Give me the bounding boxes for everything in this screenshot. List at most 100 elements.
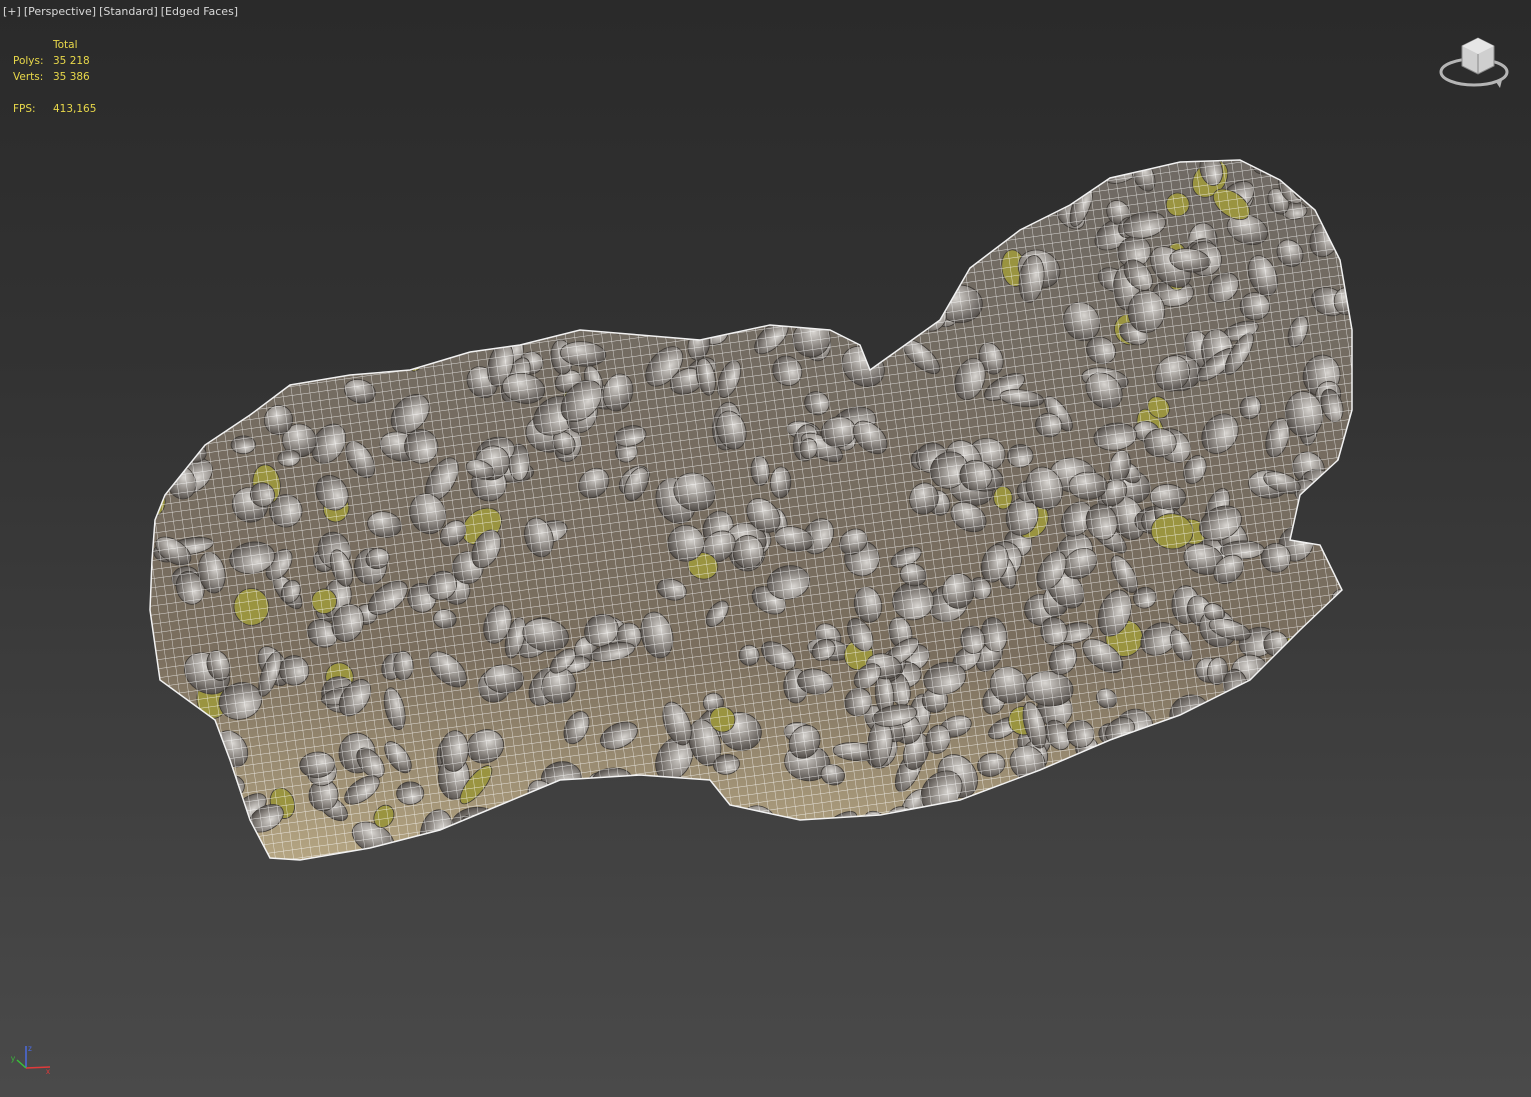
cobblestone — [651, 240, 695, 262]
cobblestone — [1205, 701, 1245, 725]
cobblestone — [265, 289, 298, 309]
cobblestone — [1217, 733, 1241, 763]
cobblestone — [713, 181, 745, 210]
cobblestone — [859, 198, 904, 225]
cobblestone — [433, 299, 470, 333]
cobblestone — [712, 166, 739, 205]
cobblestone — [483, 304, 512, 339]
cobblestone — [672, 160, 703, 191]
cobblestone — [631, 221, 650, 250]
axis-tripod-icon: z y x — [11, 1044, 51, 1076]
viewcube-icon[interactable] — [1436, 32, 1514, 96]
cobblestone — [500, 247, 525, 270]
cobblestone — [184, 344, 209, 369]
cobblestone — [1265, 660, 1302, 692]
cobblestone — [300, 228, 325, 256]
cobblestone — [420, 242, 462, 271]
cobblestone — [1104, 768, 1135, 814]
cobblestone — [965, 205, 1002, 226]
cobblestone — [824, 260, 847, 286]
cobblestone — [186, 327, 224, 358]
cobblestone — [1223, 833, 1258, 860]
cobblestone — [1030, 184, 1053, 209]
cobblestone — [833, 283, 867, 320]
cobblestone — [284, 286, 308, 318]
cobblestone — [879, 188, 913, 212]
cobblestone — [1118, 812, 1152, 849]
cobblestone — [150, 298, 178, 330]
cobblestone — [205, 187, 252, 223]
rock-mesh-model[interactable] — [0, 0, 1531, 1097]
cobblestone — [607, 160, 647, 194]
cobblestone — [465, 160, 505, 187]
cobblestone — [1060, 160, 1105, 175]
cobblestone — [234, 217, 263, 242]
cobblestone — [266, 177, 292, 203]
cobblestone — [953, 160, 996, 178]
cobblestone — [150, 791, 163, 818]
cobblestone — [1306, 736, 1342, 767]
cobblestone — [697, 160, 722, 171]
cobblestone — [510, 227, 531, 249]
moss-patch — [714, 273, 750, 309]
moss-patch — [1253, 813, 1302, 848]
cobblestone — [239, 301, 275, 336]
cobblestone — [1102, 835, 1138, 860]
moss-patch — [369, 160, 394, 175]
moss-patch — [636, 160, 668, 184]
cobblestone — [626, 199, 658, 229]
cobblestone — [814, 160, 834, 183]
moss-patch — [962, 796, 999, 818]
cobblestone — [1035, 841, 1075, 860]
cobblestone — [986, 828, 1034, 860]
cobblestone — [750, 211, 789, 247]
cobblestone — [246, 238, 291, 268]
cobblestone — [526, 266, 563, 302]
cobblestone — [996, 787, 1031, 818]
cobblestone — [1208, 782, 1239, 814]
cobblestone — [155, 301, 194, 336]
cobblestone — [499, 182, 540, 215]
cobblestone — [403, 160, 429, 183]
cobblestone — [277, 299, 310, 331]
cobblestone — [319, 184, 353, 211]
cobblestone — [767, 274, 805, 318]
cobblestone — [740, 820, 767, 849]
cobblestone — [602, 287, 629, 335]
cobblestone — [821, 160, 858, 201]
cobblestone — [236, 216, 272, 255]
cobblestone — [1201, 834, 1242, 860]
cobblestone — [271, 163, 290, 208]
cobblestone — [588, 782, 620, 813]
cobblestone — [784, 279, 819, 322]
cobblestone — [150, 734, 193, 779]
cobblestone — [1318, 788, 1352, 823]
cobblestone — [371, 165, 405, 196]
cobblestone — [1254, 818, 1288, 837]
cobblestone — [981, 824, 1014, 860]
cobblestone — [339, 294, 362, 321]
cobblestone — [671, 256, 701, 296]
cobblestone — [206, 209, 238, 241]
cobblestone — [379, 168, 405, 197]
cobblestone — [545, 270, 586, 297]
cobblestone — [218, 325, 266, 362]
cobblestone — [921, 263, 951, 295]
svg-text:z: z — [28, 1044, 32, 1053]
cobblestone — [1178, 791, 1210, 823]
cobblestone — [150, 169, 178, 209]
cobblestone — [797, 214, 826, 256]
cobblestone — [629, 839, 656, 860]
cobblestone — [597, 295, 623, 321]
moss-patch — [1326, 200, 1352, 225]
cobblestone — [592, 188, 616, 212]
cobblestone — [589, 278, 629, 320]
cobblestone — [876, 227, 911, 262]
cobblestone — [1154, 802, 1184, 827]
cobblestone — [335, 295, 363, 317]
cobblestone — [206, 333, 235, 370]
cobblestone — [377, 315, 420, 338]
cobblestone — [371, 219, 417, 262]
cobblestone — [258, 223, 301, 266]
cobblestone — [1187, 741, 1232, 785]
